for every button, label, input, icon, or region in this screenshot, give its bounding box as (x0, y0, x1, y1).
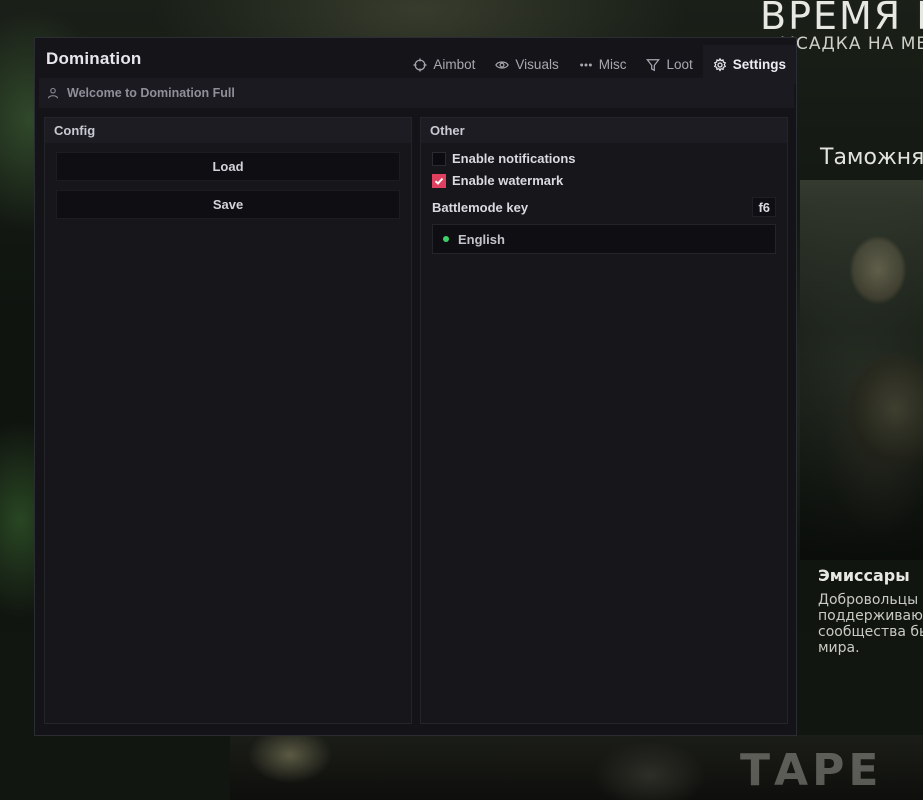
background-logo-text: ТАРЕ (740, 745, 883, 796)
background-subtitle: ЫСАДКА НА МЕС (780, 34, 923, 54)
battlemode-key-row: Battlemode key f6 (432, 196, 776, 218)
app-title: Domination (46, 49, 142, 68)
watermark-checkbox-row[interactable]: Enable watermark (432, 173, 563, 188)
welcome-text: Welcome to Domination Full (67, 86, 235, 100)
welcome-bar: Welcome to Domination Full (39, 78, 794, 108)
background-paragraph: Добровольцы со поддерживают Т сообщества… (818, 592, 923, 656)
panel-title: Config (45, 118, 411, 143)
menu-window: Domination Aimbot Visuals Misc Loot Sett… (34, 37, 797, 736)
tab-label: Loot (666, 57, 693, 72)
gear-icon (713, 57, 726, 72)
tab-label: Settings (732, 57, 786, 72)
background-heading: Эмиссары (818, 566, 910, 585)
checkbox-label: Enable notifications (452, 151, 576, 166)
status-dot-icon (443, 236, 449, 242)
save-button[interactable]: Save (56, 190, 400, 219)
window-header[interactable]: Domination Aimbot Visuals Misc Loot Sett… (35, 38, 796, 84)
tab-label: Visuals (515, 57, 559, 72)
tab-label: Misc (598, 57, 627, 72)
config-panel: Config Load Save (44, 117, 412, 724)
checkbox-label: Enable watermark (452, 173, 564, 188)
user-icon (47, 87, 59, 99)
crosshair-icon (413, 57, 427, 72)
filter-icon (646, 58, 661, 71)
load-button[interactable]: Load (56, 152, 400, 181)
checkmark-icon (434, 177, 444, 185)
tab-label: Aimbot (433, 57, 476, 72)
background-location: Таможня (820, 145, 923, 170)
language-value: English (458, 231, 505, 247)
battlemode-key-label: Battlemode key (432, 199, 529, 215)
language-select[interactable]: English (432, 224, 776, 254)
eye-icon (495, 60, 510, 69)
panel-title: Other (421, 118, 787, 143)
notifications-checkbox[interactable] (432, 151, 446, 166)
background-title: ВРЕМЯ П (760, 0, 923, 38)
background-fog (800, 180, 923, 560)
battlemode-key-button[interactable]: f6 (752, 197, 776, 217)
more-horizontal-icon (579, 63, 592, 66)
notifications-checkbox-row[interactable]: Enable notifications (432, 151, 576, 166)
watermark-checkbox[interactable] (432, 173, 446, 188)
other-panel: Other Enable notifications Enable waterm… (420, 117, 788, 724)
